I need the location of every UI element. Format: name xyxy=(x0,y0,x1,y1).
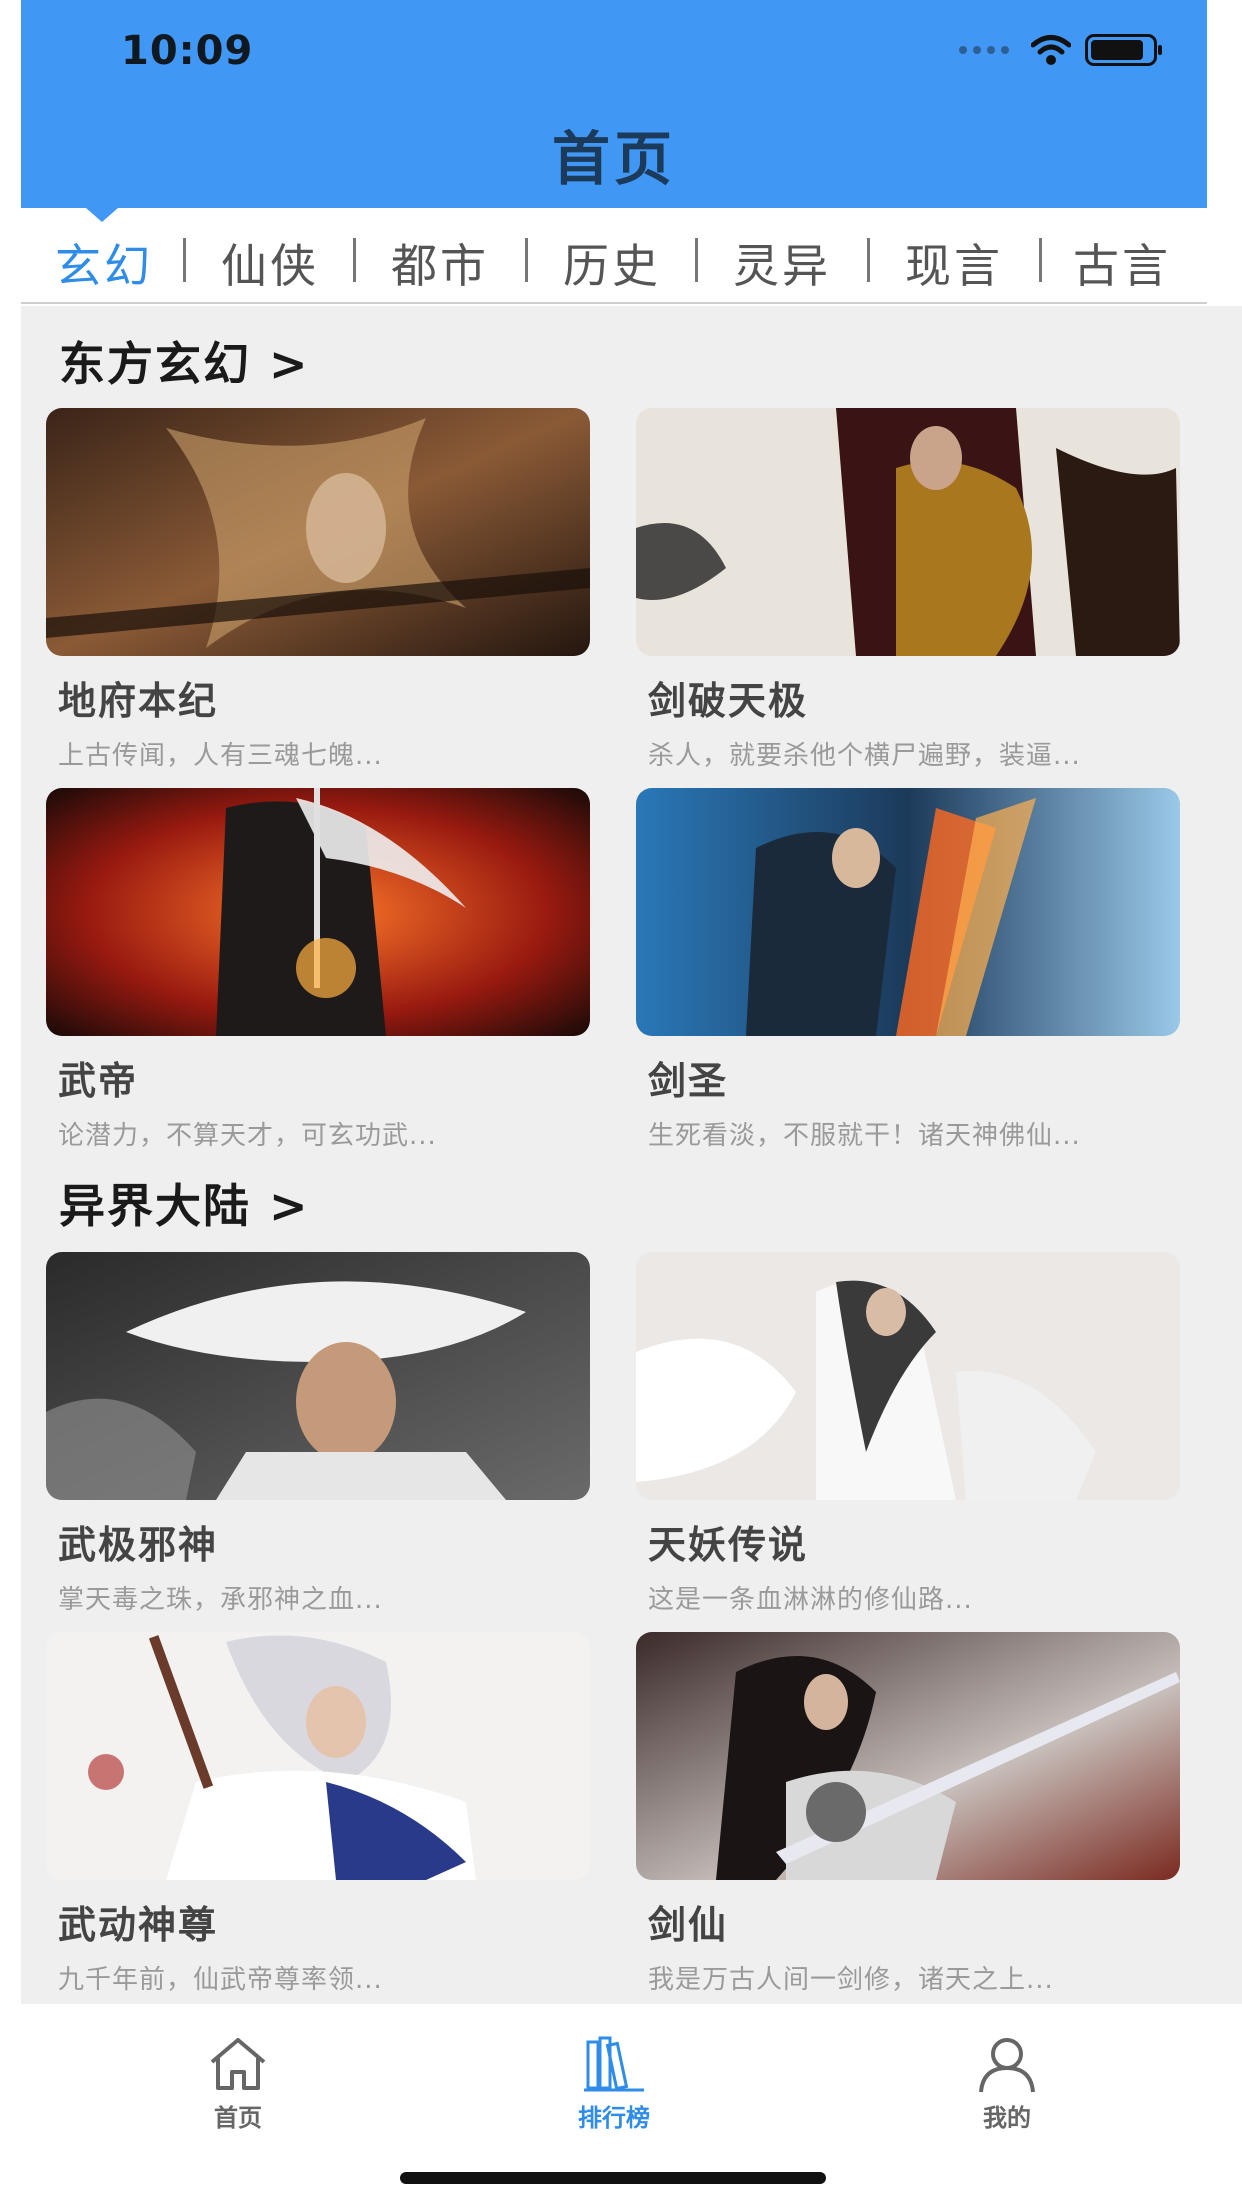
book-card[interactable]: 武帝 论潜力，不算天才，可玄功武... xyxy=(46,788,590,1152)
tab-xianyan[interactable]: 现言 xyxy=(905,230,1003,296)
section-title-yijie[interactable]: 异界大陆 > xyxy=(59,1170,310,1236)
book-card[interactable]: 武极邪神 掌天毒之珠，承邪神之血... xyxy=(46,1252,590,1616)
book-card[interactable]: 天妖传说 这是一条血淋淋的修仙路... xyxy=(636,1252,1180,1616)
book-cover[interactable] xyxy=(636,408,1180,656)
tab-guyan[interactable]: 古言 xyxy=(1073,230,1171,296)
tab-divider xyxy=(353,238,356,282)
bottom-tab-bar: 首页 排行榜 我的 xyxy=(21,2004,1207,2140)
page-title: 首页 xyxy=(551,125,676,193)
book-cover[interactable] xyxy=(636,1252,1180,1500)
tabbar-label: 我的 xyxy=(983,2104,1031,2132)
tabbar-label: 首页 xyxy=(214,2104,262,2132)
category-tabs: 玄幻 仙侠 都市 历史 灵异 现言 古言 xyxy=(21,208,1207,304)
tab-dushi[interactable]: 都市 xyxy=(391,230,489,296)
battery-icon xyxy=(1085,34,1162,66)
book-cover[interactable] xyxy=(46,408,590,656)
book-title: 地府本纪 xyxy=(58,679,219,723)
book-cover[interactable] xyxy=(46,1632,590,1880)
header-bar: 10:09 首页 xyxy=(21,0,1207,208)
book-cover[interactable] xyxy=(46,788,590,1036)
app-screen: 10:09 首页 玄幻 仙侠 都市 历史 灵异 现言 古言 东方玄幻 > 地府本… xyxy=(0,0,1242,2208)
home-indicator xyxy=(400,2172,826,2184)
book-description: 上古传闻，人有三魂七魄... xyxy=(58,741,383,771)
book-card[interactable]: 地府本纪 上古传闻，人有三魂七魄... xyxy=(46,408,590,772)
tab-xianxia[interactable]: 仙侠 xyxy=(221,230,319,296)
book-title: 武动神尊 xyxy=(58,1903,219,1947)
book-cover[interactable] xyxy=(46,1252,590,1500)
tab-divider xyxy=(695,238,698,282)
tab-divider xyxy=(183,238,186,282)
tab-divider xyxy=(1039,238,1042,282)
tabbar-ranking[interactable]: 排行榜 xyxy=(544,2034,684,2133)
book-description: 掌天毒之珠，承邪神之血... xyxy=(58,1585,383,1615)
signal-icon xyxy=(959,46,1009,54)
active-tab-pointer xyxy=(86,208,118,222)
book-card[interactable]: 剑破天极 杀人，就要杀他个横尸遍野，装逼... xyxy=(636,408,1180,772)
book-title: 剑仙 xyxy=(648,1903,729,1947)
book-title: 武帝 xyxy=(58,1059,139,1103)
book-cover[interactable] xyxy=(636,788,1180,1036)
home-icon xyxy=(210,2038,266,2090)
book-description: 这是一条血淋淋的修仙路... xyxy=(648,1585,973,1615)
status-indicators xyxy=(959,34,1162,66)
wifi-icon xyxy=(1031,35,1071,65)
book-description: 生死看淡，不服就干！诸天神佛仙... xyxy=(648,1121,1081,1151)
book-description: 我是万古人间一剑修，诸天之上... xyxy=(648,1965,1054,1995)
tab-lingyi[interactable]: 灵异 xyxy=(733,230,831,296)
tab-divider xyxy=(525,238,528,282)
book-card[interactable]: 武动神尊 九千年前，仙武帝尊率领... xyxy=(46,1632,590,1996)
book-title: 剑圣 xyxy=(648,1059,729,1103)
tab-divider xyxy=(867,238,870,282)
book-card[interactable]: 剑仙 我是万古人间一剑修，诸天之上... xyxy=(636,1632,1180,1996)
book-title: 武极邪神 xyxy=(58,1523,219,1567)
tabbar-mine[interactable]: 我的 xyxy=(937,2034,1077,2133)
tab-xuanhuan[interactable]: 玄幻 xyxy=(55,230,153,296)
tabbar-home[interactable]: 首页 xyxy=(168,2034,308,2133)
book-card[interactable]: 剑圣 生死看淡，不服就干！诸天神佛仙... xyxy=(636,788,1180,1152)
book-title: 剑破天极 xyxy=(648,679,809,723)
book-feed: 东方玄幻 > 地府本纪 上古传闻，人有三魂七魄... 剑破天极 杀人，就要杀他个… xyxy=(21,306,1242,2004)
book-description: 杀人，就要杀他个横尸遍野，装逼... xyxy=(648,741,1081,771)
section-title-dongfang[interactable]: 东方玄幻 > xyxy=(59,328,310,394)
book-description: 九千年前，仙武帝尊率领... xyxy=(58,1965,383,1995)
user-icon xyxy=(979,2038,1035,2093)
tab-lishi[interactable]: 历史 xyxy=(563,230,661,296)
tabbar-label: 排行榜 xyxy=(578,2104,650,2132)
book-cover[interactable] xyxy=(636,1632,1180,1880)
book-title: 天妖传说 xyxy=(648,1523,809,1567)
status-time: 10:09 xyxy=(121,28,254,74)
book-description: 论潜力，不算天才，可玄功武... xyxy=(58,1121,437,1151)
ranking-books-icon xyxy=(584,2036,644,2092)
